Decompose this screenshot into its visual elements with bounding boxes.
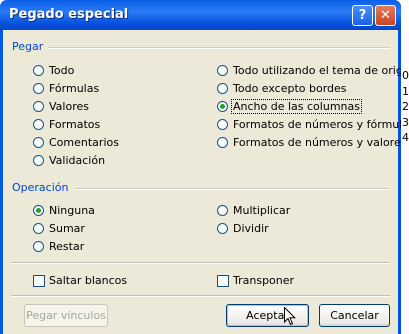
radio-label: Todo excepto bordes xyxy=(233,82,347,95)
radio-label: Multiplicar xyxy=(233,204,291,217)
radio-button[interactable] xyxy=(33,137,44,148)
radio-button-selected[interactable] xyxy=(33,205,44,216)
radio-button[interactable] xyxy=(33,101,44,112)
radio-button[interactable] xyxy=(33,223,44,234)
radio-label: Ninguna xyxy=(49,204,95,217)
radio-button[interactable] xyxy=(33,83,44,94)
background-digit: 4 xyxy=(402,131,409,144)
radio-button[interactable] xyxy=(33,119,44,130)
radio-button[interactable] xyxy=(217,205,228,216)
radio-label: Sumar xyxy=(49,222,85,235)
checkbox-label: Transponer xyxy=(233,274,295,287)
cancelar-button[interactable]: Cancelar xyxy=(319,304,390,327)
close-button[interactable]: ✕ xyxy=(375,5,396,26)
radio-label: Todo xyxy=(49,64,75,77)
separator xyxy=(11,262,390,264)
radio-button[interactable] xyxy=(33,155,44,166)
radio-button[interactable] xyxy=(33,65,44,76)
background-sheet-digits: 0 1 2 3 4 xyxy=(402,68,409,146)
radio-label: Valores xyxy=(49,100,89,113)
help-icon: ? xyxy=(358,8,367,23)
operacion-group-title: Operación xyxy=(12,181,69,194)
background-digit: 0 xyxy=(402,69,409,82)
operacion-group-line xyxy=(74,188,390,190)
radio-label: Formatos xyxy=(49,118,101,131)
background-digit: 2 xyxy=(402,100,409,113)
radio-button[interactable] xyxy=(217,65,228,76)
background-digit: 3 xyxy=(402,115,409,129)
separator xyxy=(11,295,390,297)
background-digit: 1 xyxy=(402,84,409,98)
radio-button-selected[interactable] xyxy=(217,101,228,112)
checkbox[interactable] xyxy=(217,275,229,287)
radio-button[interactable] xyxy=(217,83,228,94)
dialog-body: Pegar Todo Fórmulas Valores Formatos Com… xyxy=(3,30,401,334)
paste-special-dialog: Pegado especial ? ✕ Pegar Todo Fórmulas … xyxy=(0,0,401,334)
radio-label: Validación xyxy=(49,154,106,167)
close-icon: ✕ xyxy=(380,8,391,23)
pegar-vinculos-button[interactable]: Pegar vínculos xyxy=(24,304,108,327)
radio-label: Formatos de números y valores xyxy=(233,136,401,149)
radio-button[interactable] xyxy=(217,119,228,130)
radio-label: Comentarios xyxy=(49,136,119,149)
checkbox[interactable] xyxy=(33,275,45,287)
pegar-group-line xyxy=(48,47,390,49)
pegar-group-title: Pegar xyxy=(12,40,44,53)
radio-label: Formatos de números y fórmulas xyxy=(233,118,401,131)
help-button[interactable]: ? xyxy=(352,5,373,26)
radio-label: Dividir xyxy=(233,222,269,235)
radio-button[interactable] xyxy=(217,137,228,148)
radio-button[interactable] xyxy=(33,241,44,252)
aceptar-button[interactable]: Aceptar xyxy=(226,304,309,327)
title-bar[interactable]: Pegado especial ? ✕ xyxy=(0,0,401,30)
mouse-cursor-icon xyxy=(284,307,296,326)
radio-label: Todo utilizando el tema de origen xyxy=(233,64,401,77)
checkbox-label: Saltar blancos xyxy=(49,274,128,287)
radio-label: Fórmulas xyxy=(49,82,100,95)
radio-button[interactable] xyxy=(217,223,228,234)
dialog-title: Pegado especial xyxy=(9,7,129,22)
radio-label: Ancho de las columnas xyxy=(231,99,362,114)
radio-label: Restar xyxy=(49,240,85,253)
